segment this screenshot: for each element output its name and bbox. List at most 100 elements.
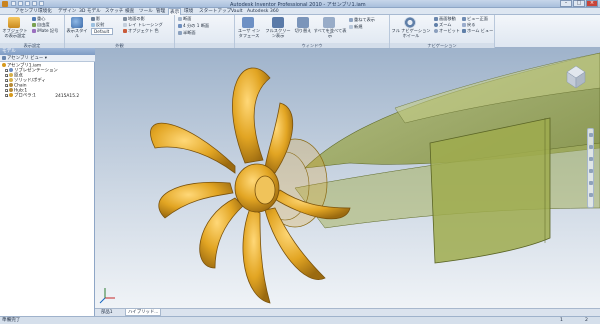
tab-environments[interactable]: 環境 <box>183 8 194 15</box>
orbit-icon[interactable] <box>589 169 593 173</box>
expand-icon[interactable]: + <box>5 93 9 97</box>
tile-windows-icon[interactable] <box>323 17 335 28</box>
redo-icon[interactable] <box>39 1 44 6</box>
visual-style-icon[interactable] <box>71 17 83 28</box>
quarter-section-button[interactable]: 4 分の 1 断面 <box>178 23 209 28</box>
shadow-icon <box>91 17 95 21</box>
pan-button[interactable]: 画面移動 <box>434 16 456 21</box>
visual-style-button[interactable]: 表示スタイル <box>66 28 88 38</box>
minimize-button[interactable]: – <box>560 0 572 7</box>
switch-window-icon[interactable] <box>297 17 309 28</box>
pan-icon[interactable] <box>589 145 593 149</box>
tab-environment-setup[interactable]: 環境化 <box>37 8 53 15</box>
filter-icon[interactable] <box>2 55 6 60</box>
appearance-dropdown[interactable]: Default <box>91 28 113 35</box>
expand-icon[interactable]: + <box>5 78 9 82</box>
object-color-button[interactable]: オブジェクト 色 <box>123 28 159 33</box>
imate-glyph-button[interactable]: iMate 記号 <box>32 28 58 33</box>
ray-tracing-icon <box>123 23 127 27</box>
tab-3d-model[interactable]: 3D モデル <box>78 8 102 15</box>
document-tab[interactable]: 部品1 <box>99 309 115 316</box>
degrees-of-freedom-icon <box>32 23 36 27</box>
app-logo-icon[interactable] <box>2 1 8 7</box>
section-icon <box>178 17 182 21</box>
ribbon-tab-bar: アセンブリ 環境化 デザイン 3D モデル スケッチ 検査 ツール 管理 表示 … <box>0 8 600 15</box>
browser-toolbar[interactable]: アセンブリ ビュー ▾ <box>0 55 95 62</box>
model-render[interactable] <box>95 48 600 316</box>
tab-tools[interactable]: ツール <box>138 8 154 15</box>
back-arrow-icon <box>462 23 466 27</box>
look-at-icon[interactable] <box>589 181 593 185</box>
tab-inspect[interactable]: 検査 <box>124 8 135 15</box>
document-tab-active[interactable]: ハイブリッド... <box>125 309 162 316</box>
ray-tracing-button[interactable]: レイ トレーシング <box>123 22 163 27</box>
user-interface-icon[interactable] <box>242 17 254 28</box>
save-icon[interactable] <box>25 1 30 6</box>
orbit-icon <box>434 29 438 33</box>
ribbon-group-windows: ユーザ インタフェース フルスクリーン表示 切り替え すべてを並べて表示 重ねて… <box>235 15 390 48</box>
tree-item-suffix: 2415A15.2 <box>55 93 80 99</box>
folder-icon <box>9 73 13 77</box>
tab-design[interactable]: デザイン <box>57 8 77 15</box>
zoom-icon[interactable] <box>589 157 593 161</box>
tab-assembly[interactable]: アセンブリ <box>14 8 39 15</box>
object-visibility-button[interactable]: オブジェクトの表示設定 <box>1 28 29 38</box>
new-window-button[interactable]: 新規 <box>349 24 362 29</box>
reflections-button[interactable]: 反射 <box>91 22 104 27</box>
switch-window-button[interactable]: 切り替え <box>293 28 313 34</box>
full-navigation-wheel-button[interactable]: フル ナビゲーション ホイール <box>391 28 431 38</box>
status-bar: 準備完了 1 2 <box>0 316 600 324</box>
navigation-bar[interactable] <box>587 128 594 208</box>
orbit-button[interactable]: オービット <box>434 28 460 33</box>
expand-icon[interactable]: + <box>5 83 9 87</box>
representation-icon <box>9 68 13 72</box>
half-section-button[interactable]: 半断面 <box>178 30 196 35</box>
tile-windows-button[interactable]: すべてを並べて表示 <box>313 28 347 38</box>
shadows-button[interactable]: 影 <box>91 16 100 21</box>
expand-icon[interactable]: + <box>5 73 9 77</box>
look-at-icon <box>462 17 466 21</box>
browser-view-selector[interactable]: アセンブリ ビュー <box>7 56 43 61</box>
navbar-menu-icon[interactable] <box>589 193 593 197</box>
tab-sketch[interactable]: スケッチ <box>104 8 124 15</box>
document-tab-bar: 部品1 ハイブリッド... <box>95 308 600 316</box>
open-icon[interactable] <box>18 1 23 6</box>
ground-shadow-button[interactable]: 地面の影 <box>123 16 145 21</box>
tree-item-propeller[interactable]: + プロペラ:1 2415A15.2 <box>5 93 79 99</box>
cascade-button[interactable]: 重ねて表示 <box>349 17 375 22</box>
degrees-of-freedom-button[interactable]: 自由度 <box>32 22 50 27</box>
part-icon <box>9 83 13 87</box>
expand-icon[interactable]: + <box>5 68 9 72</box>
look-at-button[interactable]: ビュー正面 <box>462 16 488 21</box>
close-button[interactable]: × <box>586 0 598 7</box>
expand-icon[interactable]: + <box>5 88 9 92</box>
ground-shadow-icon <box>123 17 127 21</box>
zoom-button[interactable]: ズーム <box>434 22 451 27</box>
center-of-gravity-button[interactable]: 重心 <box>32 16 45 21</box>
full-screen-button[interactable]: フルスクリーン表示 <box>264 28 292 38</box>
axis-triad <box>99 288 115 304</box>
tab-vault[interactable]: Vault <box>230 8 244 15</box>
undo-icon[interactable] <box>32 1 37 6</box>
steering-wheel-icon[interactable] <box>589 133 593 137</box>
maximize-button[interactable]: □ <box>573 0 585 7</box>
color-icon <box>123 29 127 33</box>
status-counter-right: 2 <box>585 318 588 323</box>
home-view-button[interactable]: ホーム ビュー <box>462 28 493 33</box>
user-interface-button[interactable]: ユーザ インタフェース <box>236 28 262 38</box>
assembly-icon <box>2 63 6 67</box>
graphics-viewport[interactable] <box>95 48 600 316</box>
steering-wheel-icon[interactable] <box>404 17 416 28</box>
reflection-icon <box>91 23 95 27</box>
tab-get-started[interactable]: スタートアップ <box>198 8 232 15</box>
object-visibility-icon[interactable] <box>8 17 20 28</box>
tab-view[interactable]: 表示 <box>168 8 182 15</box>
tab-autodesk-360[interactable]: Autodesk 360 <box>246 8 280 15</box>
previous-view-button[interactable]: 戻る <box>462 22 475 27</box>
section-button[interactable]: 断面 <box>178 16 191 21</box>
rudder <box>429 117 551 264</box>
new-icon[interactable] <box>11 1 16 6</box>
full-screen-icon[interactable] <box>272 17 284 28</box>
tab-manage[interactable]: 管理 <box>155 8 166 15</box>
status-text: 準備完了 <box>2 318 21 323</box>
